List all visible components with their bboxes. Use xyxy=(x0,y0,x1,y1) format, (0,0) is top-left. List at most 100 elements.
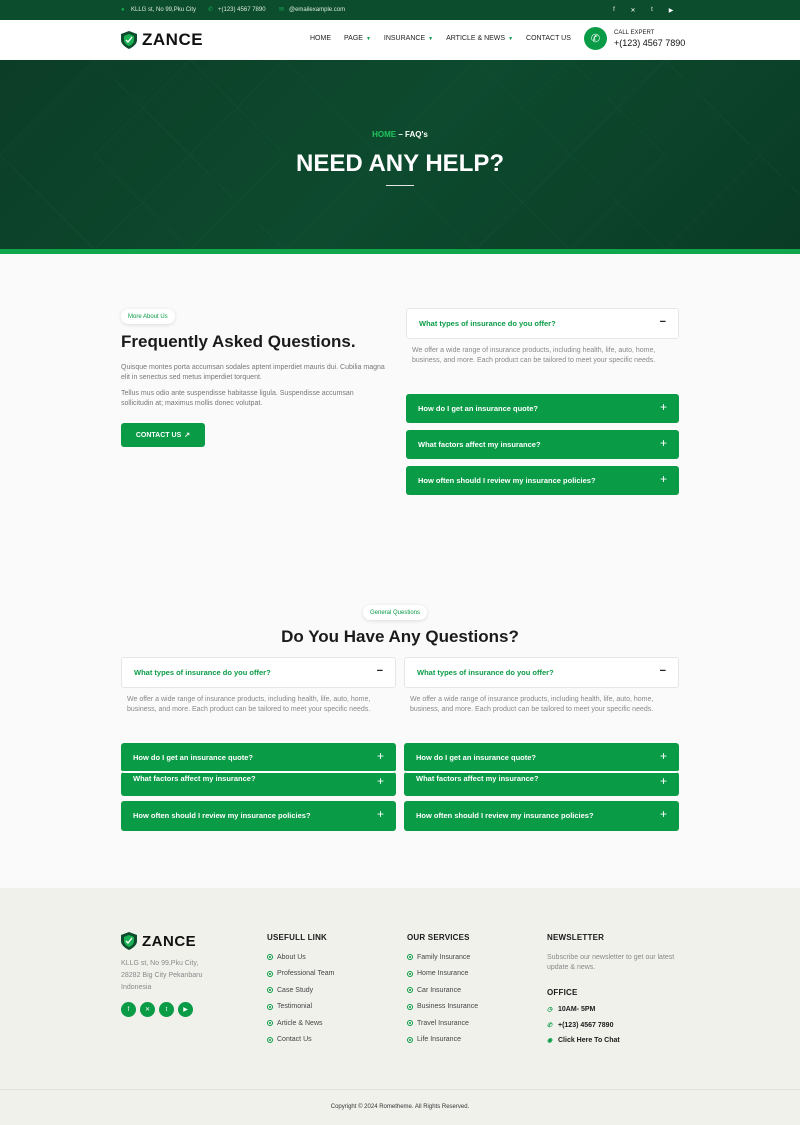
call-number: +(123) 4567 7890 xyxy=(614,37,686,48)
faq-item[interactable]: How do I get an insurance quote? + xyxy=(406,394,679,423)
youtube-icon[interactable]: ▶ xyxy=(178,1002,193,1017)
footer-address: KLLG st, No 99,Pku City, 28282 Big City … xyxy=(121,958,202,994)
newsletter-heading: NEWSLETTER xyxy=(547,933,605,942)
facebook-icon[interactable]: f xyxy=(609,5,619,15)
faq-item[interactable]: What factors affect my insurance? + xyxy=(121,772,396,796)
twitter-icon[interactable]: t xyxy=(159,1002,174,1017)
more-about-pill: More About Us xyxy=(121,309,175,324)
faq-item[interactable]: How do I get an insurance quote? + xyxy=(404,743,679,773)
faq-item[interactable]: How often should I review my insurance p… xyxy=(121,801,396,831)
youtube-icon[interactable]: ▶ xyxy=(666,5,676,15)
faq-question: How do I get an insurance quote? xyxy=(133,753,254,762)
faq-answer: We offer a wide range of insurance produ… xyxy=(127,696,371,713)
footer-logo-text: ZANCE xyxy=(142,932,197,950)
faq-answer: We offer a wide range of insurance produ… xyxy=(410,696,654,713)
nav-insurance[interactable]: INSURANCE ▼ xyxy=(384,35,433,42)
logo[interactable]: ZANCE xyxy=(121,30,203,50)
footer-address-line: Indonesia xyxy=(121,984,152,991)
footer-logo[interactable]: ZANCE xyxy=(121,932,196,950)
footer-link[interactable]: Case Study xyxy=(267,982,334,999)
general-heading: Do You Have Any Questions? xyxy=(281,627,519,646)
faq-question: What types of insurance do you offer? xyxy=(134,668,271,677)
service-link[interactable]: Life Insurance xyxy=(407,1032,478,1049)
page-title: NEED ANY HELP? xyxy=(295,150,505,177)
breadcrumb-separator: – xyxy=(396,130,406,139)
office-phone[interactable]: ✆ +(123) 4567 7890 xyxy=(547,1018,620,1034)
chevron-down-icon: ▼ xyxy=(508,35,514,42)
clock-icon: ◷ xyxy=(547,1007,553,1014)
nav-contact[interactable]: CONTACT US xyxy=(526,35,571,42)
circle-bullet-icon xyxy=(267,954,273,961)
office-hours: ◷ 10AM- 5PM xyxy=(547,1006,596,1014)
circle-bullet-icon xyxy=(267,970,273,977)
office-chat[interactable]: ◉ Click Here To Chat xyxy=(547,1033,620,1049)
faq-item[interactable]: How do I get an insurance quote? + xyxy=(121,743,396,773)
faq-question: How often should I review my insurance p… xyxy=(133,811,311,820)
nav-page[interactable]: PAGE ▼ xyxy=(344,35,371,42)
faq-question: How often should I review my insurance p… xyxy=(416,811,594,820)
topbar-phone[interactable]: ✆ +(123) 4567 7890 xyxy=(208,7,266,13)
topbar-phone-text: +(123) 4567 7890 xyxy=(218,7,266,13)
topbar-address: ● KLLG st, No 99,Pku City xyxy=(121,7,196,13)
chevron-down-icon: ▼ xyxy=(365,35,371,42)
general-questions-pill: General Questions xyxy=(363,605,428,620)
contact-us-label: CONTACT US xyxy=(135,431,182,439)
faq-item-open[interactable]: What types of insurance do you offer? − xyxy=(121,657,396,688)
circle-bullet-icon xyxy=(267,987,273,994)
faq-item-open[interactable]: What types of insurance do you offer? − xyxy=(406,308,679,339)
circle-bullet-icon xyxy=(267,1020,273,1027)
service-link[interactable]: Home Insurance xyxy=(407,966,478,983)
footer-address-line: KLLG st, No 99,Pku City, xyxy=(121,960,199,967)
phone-icon: ✆ xyxy=(208,7,214,13)
call-expert[interactable]: ✆ CALL EXPERT +(123) 4567 7890 xyxy=(584,27,685,50)
plus-icon: + xyxy=(659,807,667,821)
arrow-up-right-icon: ↗ xyxy=(184,432,191,439)
footer-link[interactable]: About Us xyxy=(267,949,334,966)
footer-link[interactable]: Contact Us xyxy=(267,1032,334,1049)
faq-item[interactable]: What factors affect my insurance? + xyxy=(406,430,679,459)
topbar-address-text: KLLG st, No 99,Pku City xyxy=(131,7,197,13)
top-bar: ● KLLG st, No 99,Pku City ✆ +(123) 4567 … xyxy=(0,0,800,20)
footer-link[interactable]: Testimonial xyxy=(267,999,334,1016)
nav-article-news[interactable]: ARTICLE & NEWS ▼ xyxy=(446,35,513,42)
shield-logo-icon xyxy=(121,932,137,950)
faq-question: What factors affect my insurance? xyxy=(418,440,541,449)
circle-bullet-icon xyxy=(407,987,413,994)
topbar-email[interactable]: ✉ @emailexample.com xyxy=(279,7,345,13)
plus-icon: + xyxy=(659,774,667,788)
office-info: ◷ 10AM- 5PM ✆ +(123) 4567 7890 ◉ Click Here… xyxy=(547,1002,620,1049)
faq-item[interactable]: How often should I review my insurance p… xyxy=(404,801,679,831)
service-link[interactable]: Car Insurance xyxy=(407,982,478,999)
topbar-social: f ✕ t ▶ xyxy=(609,5,676,15)
phone-icon: ✆ xyxy=(547,1022,553,1029)
faq-item-open[interactable]: What types of insurance do you offer? − xyxy=(404,657,679,688)
page: ● KLLG st, No 99,Pku City ✆ +(123) 4567 … xyxy=(0,0,800,1125)
nav-home[interactable]: HOME xyxy=(310,35,331,42)
nav-menu: HOME PAGE ▼ INSURANCE ▼ ARTICLE & NEWS ▼ CO… xyxy=(310,35,571,42)
x-icon[interactable]: ✕ xyxy=(628,5,638,15)
service-link[interactable]: Travel Insurance xyxy=(407,1015,478,1032)
shield-logo-icon xyxy=(121,31,137,49)
contact-us-button[interactable]: CONTACT US ↗ xyxy=(121,423,205,447)
facebook-icon[interactable]: f xyxy=(121,1002,136,1017)
circle-bullet-icon xyxy=(407,1020,413,1027)
about-paragraph-1: Quisque montes porta accumsan sodales ap… xyxy=(121,364,385,381)
faq-item[interactable]: How often should I review my insurance p… xyxy=(406,466,679,495)
breadcrumb-home[interactable]: HOME xyxy=(372,130,396,139)
footer-link[interactable]: Article & News xyxy=(267,1015,334,1032)
service-link[interactable]: Business Insurance xyxy=(407,999,478,1016)
chevron-down-icon: ▼ xyxy=(428,35,434,42)
faq-question: What types of insurance do you offer? xyxy=(417,668,554,677)
faq-item[interactable]: What factors affect my insurance? + xyxy=(404,772,679,796)
plus-icon: + xyxy=(659,436,667,450)
faq-question: What factors affect my insurance? xyxy=(133,774,256,783)
twitter-icon[interactable]: t xyxy=(647,5,657,15)
faq-question: How often should I review my insurance p… xyxy=(418,476,596,485)
breadcrumb: HOME – FAQ's xyxy=(0,130,800,139)
logo-text: ZANCE xyxy=(142,30,204,49)
x-icon[interactable]: ✕ xyxy=(140,1002,155,1017)
plus-icon: + xyxy=(659,749,667,763)
footer-link[interactable]: Professional Team xyxy=(267,966,334,983)
service-link[interactable]: Family Insurance xyxy=(407,949,478,966)
services-heading: OUR SERVICES xyxy=(407,933,470,942)
